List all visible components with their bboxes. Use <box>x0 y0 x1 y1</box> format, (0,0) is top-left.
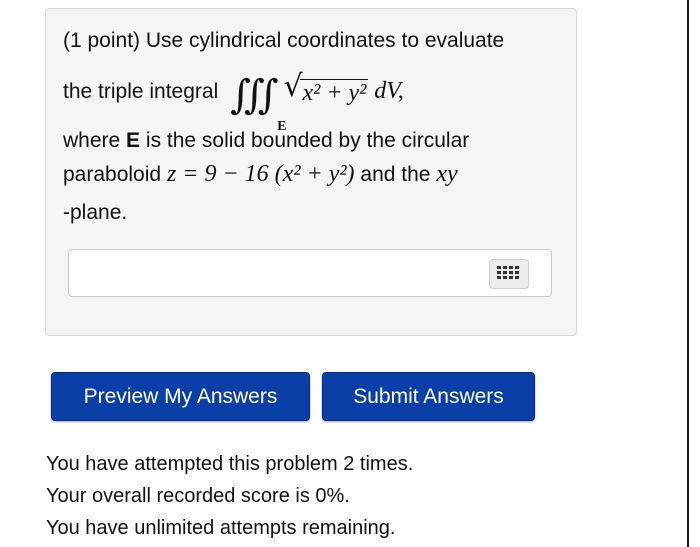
plane-name: xy <box>436 161 458 187</box>
preview-answers-button[interactable]: Preview My Answers <box>51 372 310 421</box>
sqrt-icon: √ <box>283 69 303 104</box>
differential: dV <box>374 78 398 104</box>
problem-line-4: paraboloid z = 9 − 16 (x² + y²) and the … <box>63 161 458 187</box>
right-edge-line <box>687 0 689 547</box>
score-message: Your overall recorded score is 0%. <box>46 485 350 507</box>
problem-line-5: -plane. <box>63 201 128 224</box>
grid-keypad-icon <box>497 266 519 279</box>
answer-input[interactable] <box>68 249 552 297</box>
attempts-message: You have attempted this problem 2 times. <box>46 453 414 475</box>
problem-line-3: where E is the solid bounded by the circ… <box>63 129 470 152</box>
surface-equation: z = 9 − 16 (x² + y²) <box>166 161 355 187</box>
integrand-sqrt: √ x² + y² <box>283 69 369 107</box>
integral-comma: , <box>397 78 404 104</box>
integrand: x² + y² <box>300 79 369 106</box>
triple-integral-symbol: ∫∫∫ E <box>230 75 286 134</box>
triple-integral-label: the triple integral <box>63 80 219 103</box>
remaining-attempts-message: You have unlimited attempts remaining. <box>46 517 396 539</box>
region-name: E <box>126 129 141 152</box>
problem-line-1: (1 point) Use cylindrical coordinates to… <box>63 29 505 52</box>
keypad-button[interactable] <box>489 259 529 289</box>
submit-answers-button[interactable]: Submit Answers <box>322 372 535 421</box>
problem-line-2: the triple integral ∫∫∫ E √ x² + y² dV, <box>63 69 404 134</box>
problem-panel: (1 point) Use cylindrical coordinates to… <box>45 8 577 336</box>
